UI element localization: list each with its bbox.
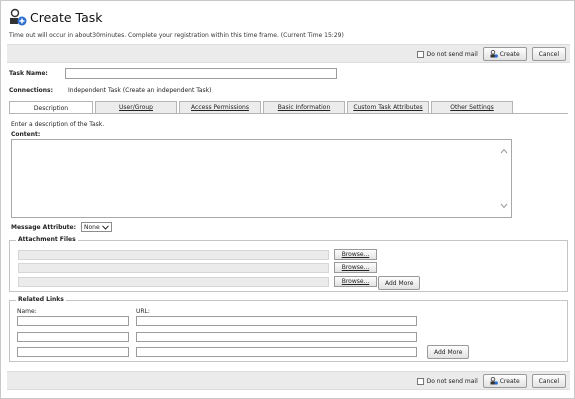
- browse-button-3[interactable]: Browse...: [334, 276, 377, 287]
- task-create-icon: [10, 8, 27, 26]
- cancel-button[interactable]: Cancel: [531, 47, 566, 61]
- tab-bar: Description User/Group Access Permission…: [9, 101, 515, 114]
- task-form-window: Create Task Time out will occur in about…: [0, 0, 575, 399]
- attachment-file-path-3: [18, 277, 329, 287]
- timeout-notice: Time out will occur in about30minutes. C…: [9, 32, 344, 39]
- tab-divider: [9, 113, 568, 114]
- task-name-label: Task Name:: [9, 70, 48, 77]
- page-title: Create Task: [30, 9, 103, 25]
- create-button[interactable]: Create: [482, 47, 527, 61]
- message-attribute-select[interactable]: None: [81, 222, 112, 232]
- task-name-input[interactable]: [65, 68, 337, 79]
- page-header: Create Task: [9, 7, 103, 27]
- scroll-down-icon[interactable]: [500, 203, 508, 209]
- link-url-input-3[interactable]: [136, 347, 417, 357]
- task-icon: [490, 377, 498, 385]
- content-textarea[interactable]: [11, 139, 512, 218]
- tab-basic-information[interactable]: Basic Information: [263, 101, 345, 113]
- add-more-attachments-button[interactable]: Add More: [378, 276, 421, 290]
- attachment-files-legend: Attachment Files: [16, 236, 78, 243]
- link-url-input-1[interactable]: [136, 316, 417, 326]
- top-toolbar: Do not send mail Create Cancel: [7, 44, 570, 63]
- do-not-send-mail-option-bottom[interactable]: Do not send mail: [416, 377, 478, 385]
- create-button-label: Create: [499, 50, 520, 58]
- message-attribute-label: Message Attribute:: [11, 224, 76, 231]
- tab-user-group[interactable]: User/Group: [95, 101, 177, 113]
- browse-button-1[interactable]: Browse...: [334, 249, 377, 260]
- description-intro: Enter a description of the Task.: [11, 121, 105, 128]
- browse-label: Browse...: [341, 251, 370, 258]
- do-not-send-mail-checkbox-bottom[interactable]: [416, 377, 424, 385]
- scroll-up-icon[interactable]: [500, 148, 508, 154]
- link-url-input-2[interactable]: [136, 332, 417, 342]
- link-name-header: Name:: [17, 308, 37, 315]
- do-not-send-mail-checkbox[interactable]: [416, 50, 424, 58]
- attachment-file-path-2: [18, 263, 329, 273]
- browse-label: Browse...: [341, 278, 370, 285]
- create-button-label: Create: [499, 377, 520, 385]
- link-name-input-2[interactable]: [17, 332, 129, 342]
- do-not-send-mail-option[interactable]: Do not send mail: [416, 50, 478, 58]
- link-name-input-3[interactable]: [17, 347, 129, 357]
- chevron-down-icon: [101, 224, 109, 230]
- link-url-header: URL:: [136, 308, 150, 315]
- connections-value: Independent Task (Create an independent …: [68, 87, 212, 94]
- cancel-button-bottom[interactable]: Cancel: [531, 374, 566, 388]
- related-links-group: Related Links Name: URL: Add More: [9, 296, 568, 362]
- tab-custom-task-attributes[interactable]: Custom Task Attributes: [347, 101, 429, 113]
- attachment-file-path-1: [18, 250, 329, 260]
- attachment-files-group: Attachment Files Browse... Browse... Bro…: [9, 236, 568, 292]
- tab-access-permissions[interactable]: Access Permissions: [179, 101, 261, 113]
- do-not-send-mail-label: Do not send mail: [426, 377, 478, 385]
- task-icon: [490, 50, 498, 58]
- bottom-toolbar: Do not send mail Create Cancel: [7, 371, 570, 390]
- browse-label: Browse...: [341, 264, 370, 271]
- browse-button-2[interactable]: Browse...: [334, 262, 377, 273]
- message-attribute-value: None: [84, 223, 100, 231]
- tab-other-settings[interactable]: Other Settings: [431, 101, 513, 113]
- related-links-legend: Related Links: [16, 296, 66, 303]
- content-label: Content:: [11, 131, 41, 138]
- do-not-send-mail-label: Do not send mail: [426, 50, 478, 58]
- link-name-input-1[interactable]: [17, 316, 129, 326]
- connections-label: Connections:: [9, 87, 53, 94]
- add-more-links-button[interactable]: Add More: [427, 345, 470, 359]
- create-button-bottom[interactable]: Create: [482, 374, 527, 388]
